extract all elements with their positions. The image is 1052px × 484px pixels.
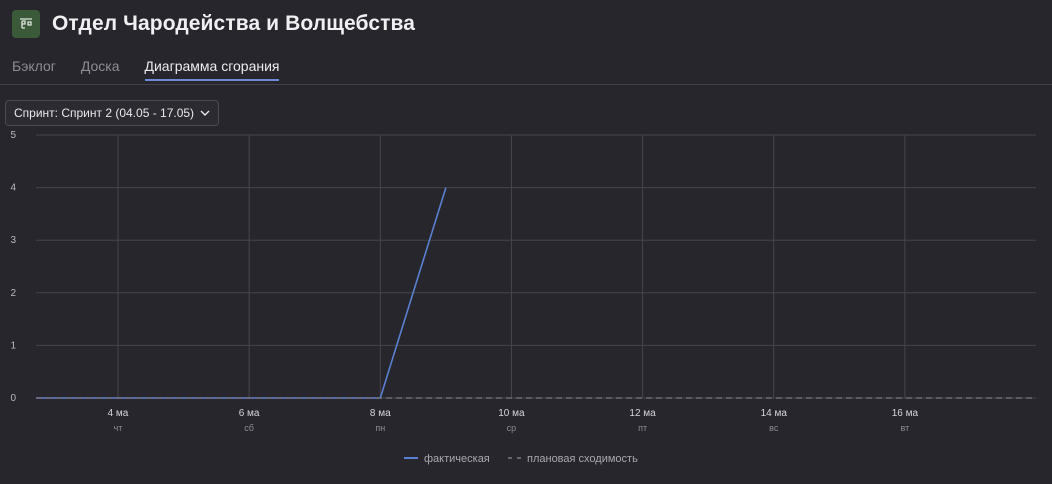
chart-legend: фактическая плановая сходимость <box>404 453 638 465</box>
x-tick-label: 12 ма <box>629 408 656 419</box>
sprint-select[interactable]: Спринт: Спринт 2 (04.05 - 17.05) <box>5 100 220 126</box>
x-tick-weekday: пт <box>638 423 647 433</box>
tabs-divider <box>0 84 1052 85</box>
x-tick-weekday: ср <box>507 423 517 433</box>
tab-board[interactable]: Доска <box>81 58 120 81</box>
x-tick-label: 10 ма <box>498 408 525 419</box>
legend-label-actual: фактическая <box>424 453 490 465</box>
y-tick-label: 5 <box>10 130 16 141</box>
board-icon[interactable] <box>12 10 40 38</box>
legend-label-planned: плановая сходимость <box>527 453 638 465</box>
x-tick-label: 4 ма <box>108 408 129 419</box>
x-tick-label: 8 ма <box>370 408 391 419</box>
tab-burndown[interactable]: Диаграмма сгорания <box>144 58 280 81</box>
x-tick-label: 16 ма <box>892 408 919 419</box>
x-tick-label: 14 ма <box>761 408 788 419</box>
y-tick-label: 0 <box>10 393 16 404</box>
y-tick-label: 1 <box>10 340 16 351</box>
view-tabs: Бэклог Доска Диаграмма сгорания <box>12 58 304 81</box>
chevron-down-icon <box>200 110 210 116</box>
x-tick-weekday: вт <box>901 423 910 433</box>
page-title: Отдел Чародейства и Волщебства <box>52 12 416 35</box>
x-tick-weekday: пн <box>375 423 385 433</box>
x-tick-weekday: вс <box>769 423 779 433</box>
sprint-select-value: Спринт: Спринт 2 (04.05 - 17.05) <box>14 106 195 120</box>
x-tick-weekday: чт <box>114 423 123 433</box>
x-tick-label: 6 ма <box>239 408 260 419</box>
y-tick-label: 4 <box>10 183 16 194</box>
y-tick-label: 3 <box>10 235 16 246</box>
burndown-chart: 0 1 2 3 4 5 4 ма чт 6 ма сб 8 ма пн 10 ма ср 12 ма пт 14… <box>10 130 1037 465</box>
x-tick-weekday: сб <box>244 423 254 433</box>
page-header: Отдел Чародейства и Волщебства <box>12 8 415 40</box>
tab-backlog[interactable]: Бэклог <box>12 58 56 81</box>
y-tick-label: 2 <box>10 288 16 299</box>
